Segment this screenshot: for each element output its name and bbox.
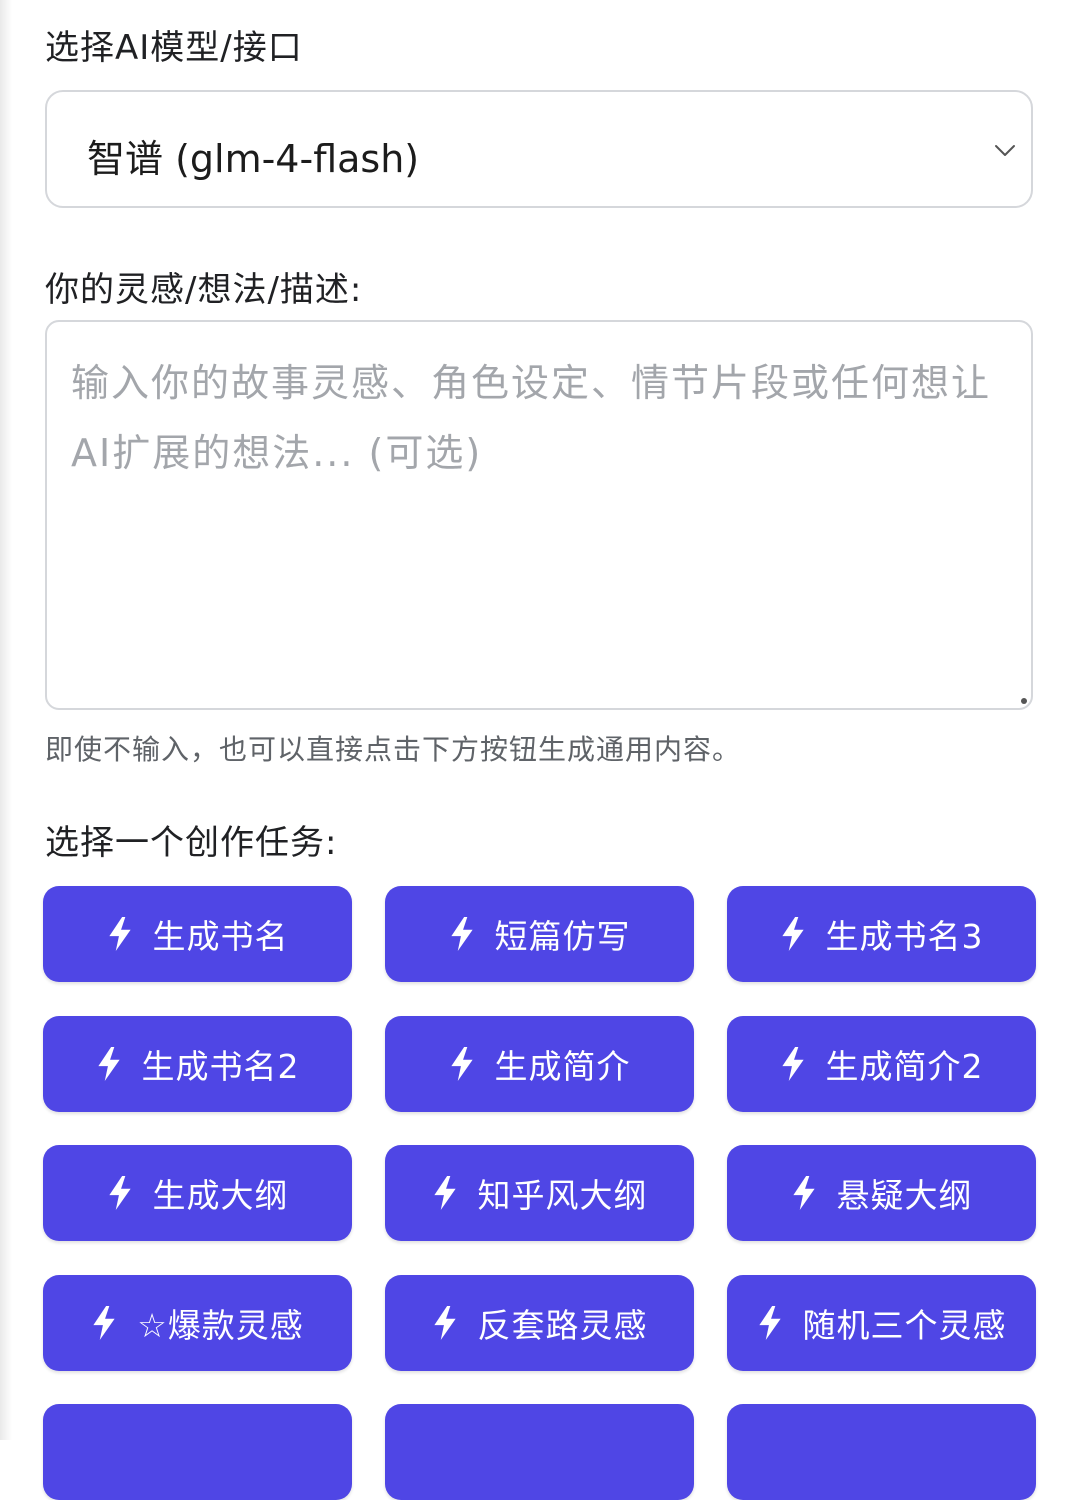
task-button-partial[interactable] <box>385 1404 694 1500</box>
model-select[interactable]: 智谱 (glm-4-flash) <box>45 90 1033 208</box>
resize-handle[interactable] <box>1021 698 1027 704</box>
task-button-partial[interactable] <box>727 1404 1036 1500</box>
task-button-label: 知乎风大纲 <box>477 1176 648 1215</box>
lightning-bolt-icon <box>108 917 131 951</box>
lightning-bolt-icon <box>450 1047 473 1081</box>
task-button-label: 生成书名2 <box>141 1047 300 1086</box>
task-button-label: 随机三个灵感 <box>802 1306 1007 1345</box>
task-button-generate-synopsis-2[interactable]: 生成简介2 <box>727 1016 1036 1112</box>
task-button-label: 生成简介2 <box>825 1047 984 1086</box>
task-button-generate-title-3[interactable]: 生成书名3 <box>727 886 1036 982</box>
task-button-generate-outline[interactable]: 生成大纲 <box>43 1145 352 1241</box>
task-button-generate-title[interactable]: 生成书名 <box>43 886 352 982</box>
task-button-random-three-inspirations[interactable]: 随机三个灵感 <box>727 1275 1036 1371</box>
task-button-suspense-outline[interactable]: 悬疑大纲 <box>727 1145 1036 1241</box>
model-select-value: 智谱 (glm-4-flash) <box>87 137 420 181</box>
task-section-label: 选择一个创作任务: <box>45 823 338 863</box>
lightning-bolt-icon <box>108 1176 131 1210</box>
task-button-label: 反套路灵感 <box>477 1306 648 1345</box>
chevron-down-icon <box>995 145 1015 156</box>
page-edge-shadow <box>0 0 12 1440</box>
task-button-label: 生成大纲 <box>152 1176 289 1215</box>
task-button-label: 悬疑大纲 <box>836 1176 973 1215</box>
task-button-hit-inspiration[interactable]: ☆爆款灵感 <box>43 1275 352 1371</box>
lightning-bolt-icon <box>433 1306 456 1340</box>
lightning-bolt-icon <box>97 1047 120 1081</box>
task-button-label: 生成书名3 <box>825 917 984 956</box>
idea-hint-text: 即使不输入，也可以直接点击下方按钮生成通用内容。 <box>45 733 742 766</box>
task-button-generate-title-2[interactable]: 生成书名2 <box>43 1016 352 1112</box>
task-button-anti-trope-inspiration[interactable]: 反套路灵感 <box>385 1275 694 1371</box>
lightning-bolt-icon <box>450 917 473 951</box>
task-button-short-imitation[interactable]: 短篇仿写 <box>385 886 694 982</box>
lightning-bolt-icon <box>781 1047 804 1081</box>
task-button-label: 生成简介 <box>494 1047 631 1086</box>
task-button-label: 短篇仿写 <box>494 917 631 956</box>
lightning-bolt-icon <box>781 917 804 951</box>
task-button-partial[interactable] <box>43 1404 352 1500</box>
lightning-bolt-icon <box>93 1306 115 1340</box>
idea-input-label: 你的灵感/想法/描述: <box>45 270 363 310</box>
idea-textarea-placeholder: 输入你的故事灵感、角色设定、情节片段或任何想让AI扩展的想法... (可选) <box>71 361 992 475</box>
task-button-zhihu-outline[interactable]: 知乎风大纲 <box>385 1145 694 1241</box>
task-button-label: 生成书名 <box>152 917 289 956</box>
lightning-bolt-icon <box>758 1306 781 1340</box>
idea-textarea[interactable]: 输入你的故事灵感、角色设定、情节片段或任何想让AI扩展的想法... (可选) <box>45 320 1033 710</box>
lightning-bolt-icon <box>433 1176 456 1210</box>
task-button-generate-synopsis[interactable]: 生成简介 <box>385 1016 694 1112</box>
task-button-label: ☆爆款灵感 <box>137 1306 304 1345</box>
lightning-bolt-icon <box>792 1176 815 1210</box>
model-select-label: 选择AI模型/接口 <box>45 28 303 68</box>
